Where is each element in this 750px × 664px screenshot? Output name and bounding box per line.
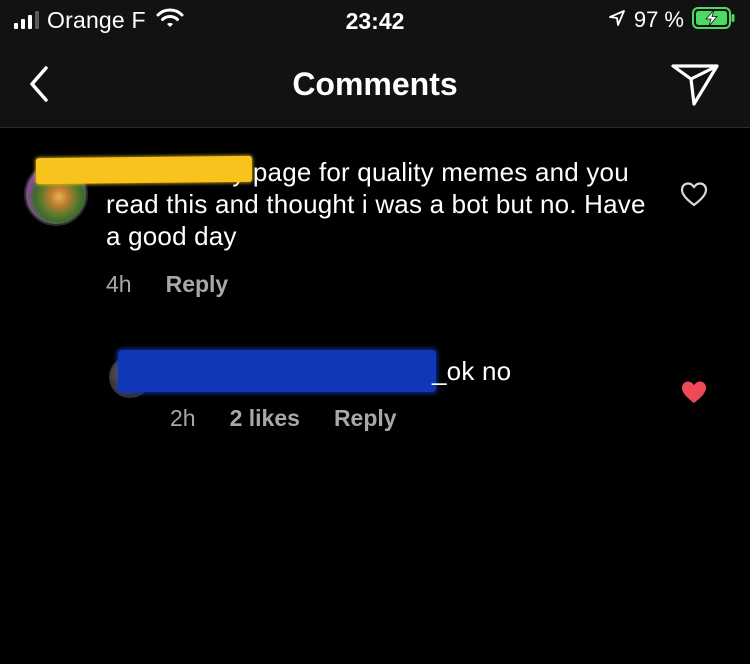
- status-bar: Orange F 23:42 97 %: [0, 0, 750, 40]
- comment-meta: 4h Reply: [106, 271, 228, 298]
- comment-body: k Follow my page for quality memes and y…: [106, 156, 646, 252]
- nav-bar: Comments: [0, 40, 750, 128]
- comment-time: 4h: [106, 271, 132, 297]
- likes-count[interactable]: 2 likes: [230, 405, 300, 432]
- like-button[interactable]: [680, 181, 708, 207]
- username-redaction: [118, 350, 436, 392]
- reply-button[interactable]: Reply: [166, 271, 229, 298]
- paper-plane-icon: [671, 64, 719, 106]
- reply-button[interactable]: Reply: [334, 405, 397, 432]
- page-title: Comments: [292, 66, 458, 102]
- status-right: 97 %: [608, 6, 736, 34]
- battery-percentage: 97 %: [633, 7, 684, 32]
- comment-time: 2h: [170, 405, 196, 431]
- location-arrow-icon: [608, 9, 626, 32]
- comment-username[interactable]: k: [106, 157, 119, 187]
- comment-text: no: [481, 356, 512, 386]
- avatar[interactable]: [24, 162, 88, 226]
- heart-filled-icon: [682, 381, 706, 403]
- comment-username[interactable]: _ok: [432, 356, 475, 386]
- heart-outline-icon: [680, 182, 708, 207]
- avatar[interactable]: [109, 356, 151, 398]
- comment-text: Follow my page for quality memes and you…: [106, 157, 646, 251]
- comment-meta: 2h 2 likes Reply: [170, 405, 397, 432]
- comments-screen: Orange F 23:42 97 % Comments k Follow my…: [0, 0, 750, 664]
- battery-charging-icon: [692, 6, 736, 34]
- share-button[interactable]: [670, 60, 720, 108]
- like-button[interactable]: [680, 379, 708, 405]
